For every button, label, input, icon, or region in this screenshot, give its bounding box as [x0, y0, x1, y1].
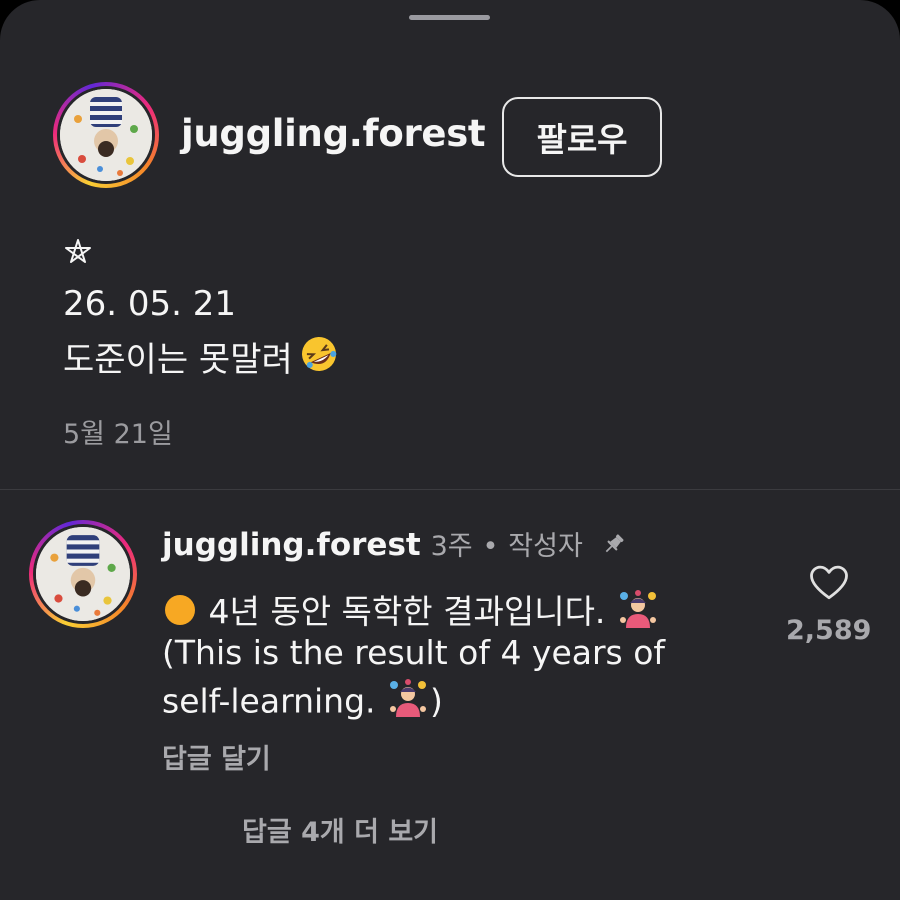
post-date: 5월 21일 — [63, 419, 173, 450]
reply-button[interactable]: 답글 달기 — [162, 737, 271, 776]
comment-text-line: self-learning. ) — [162, 679, 443, 727]
comment-time: 3주 — [430, 531, 473, 562]
comment-text: ) — [430, 681, 443, 721]
comment-username[interactable]: juggling.forest — [162, 527, 421, 563]
post-avatar[interactable] — [53, 82, 159, 188]
avatar-image — [60, 89, 152, 181]
caption-line: 도준이는 못말려 — [63, 332, 339, 383]
comment-text-line: (This is the result of 4 years of — [162, 633, 666, 672]
post-username[interactable]: juggling.forest — [181, 112, 486, 155]
juggler-emoji-icon — [386, 679, 430, 727]
pin-icon — [601, 529, 627, 565]
comment-avatar[interactable] — [29, 520, 137, 628]
like-count: 2,589 — [786, 615, 872, 646]
pentagram-icon — [62, 236, 94, 272]
divider — [0, 489, 900, 490]
comment-text-line: 4년 동안 독학한 결과입니다. — [162, 585, 660, 638]
juggler-emoji-icon — [616, 589, 660, 638]
caption-text: 도준이는 못말려 — [63, 340, 293, 380]
avatar-image — [36, 527, 130, 621]
view-more-replies-button[interactable]: 답글 4개 더 보기 — [242, 810, 438, 849]
author-badge: 작성자 — [508, 531, 583, 562]
comment-header: juggling.forest 3주 • 작성자 — [162, 524, 627, 565]
comment-text: 4년 동안 독학한 결과입니다. — [208, 592, 606, 631]
comment-text: self-learning. — [162, 681, 376, 721]
heart-icon[interactable] — [808, 562, 850, 606]
follow-button[interactable]: 팔로우 — [502, 97, 662, 177]
orange-circle-emoji-icon — [162, 592, 198, 636]
separator-dot: • — [482, 531, 499, 562]
drag-handle[interactable] — [409, 15, 490, 20]
caption-line: 26. 05. 21 — [63, 284, 237, 324]
rofl-emoji-icon — [299, 334, 339, 383]
comments-sheet: juggling.forest 팔로우 26. 05. 21 도준이는 못말려 — [0, 0, 900, 900]
